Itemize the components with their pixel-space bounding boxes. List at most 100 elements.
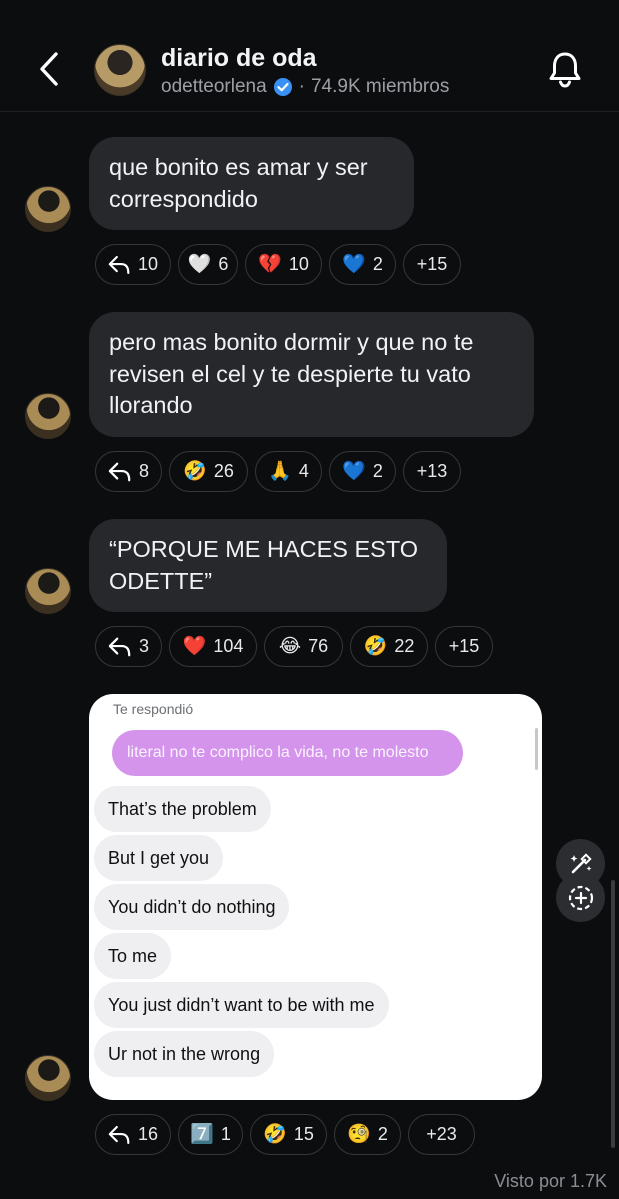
message-line: ODETTE” [109, 567, 213, 594]
reply-chip[interactable]: 16 [95, 1114, 171, 1155]
reaction-chip[interactable]: 😂 76 [264, 626, 343, 667]
add-sticker-button[interactable] [556, 873, 605, 922]
channel-header: diario de oda odetteorlena · 74.9K miemb… [0, 0, 619, 112]
reply-bubble: That’s the problem [94, 786, 271, 832]
reaction-count: +15 [448, 636, 480, 656]
message-bubble[interactable]: “PORQUE ME HACES ESTO ODETTE” [89, 519, 447, 612]
reply-icon [108, 637, 131, 656]
screenshot-scrollbar [535, 728, 538, 770]
rofl-icon: 🤣 [263, 1124, 287, 1145]
quoted-message: literal no te complico la vida, no te mo… [112, 730, 463, 776]
reply-icon [108, 462, 131, 481]
member-count: 74.9K miembros [310, 76, 450, 97]
message-line: “PORQUE ME HACES ESTO [109, 536, 419, 562]
keycap-seven-icon: 7️⃣ [190, 1124, 214, 1145]
reaction-chip[interactable]: 💔 10 [245, 244, 322, 285]
red-heart-icon: ❤️ [182, 636, 207, 657]
chevron-left-icon [40, 52, 58, 86]
reaction-count: 15 [293, 1124, 314, 1144]
message-line: que bonito es amar y ser [109, 154, 368, 180]
reaction-count: 4 [298, 461, 309, 481]
reaction-bar: 16 7️⃣ 1 🤣 15 🧐 2 +23 [95, 1114, 475, 1155]
message-bubble[interactable]: pero mas bonito dormir y que no te revis… [89, 312, 534, 437]
reply-bubble: But I get you [94, 835, 224, 881]
reaction-count: 2 [377, 1124, 388, 1144]
reply-bubble: You didn’t do nothing [94, 884, 290, 930]
message-line: pero mas bonito dormir y que no te [109, 329, 474, 355]
reaction-chip[interactable]: 🤍 6 [178, 244, 238, 285]
reply-bubble: Ur not in the wrong [94, 1031, 275, 1077]
reply-chip[interactable]: 10 [95, 244, 171, 285]
more-reactions-chip[interactable]: +15 [435, 626, 493, 667]
reaction-count: 76 [308, 636, 329, 656]
reaction-chip[interactable]: 🤣 26 [169, 451, 248, 492]
reaction-chip[interactable]: 🤣 15 [250, 1114, 327, 1155]
reaction-count: 2 [372, 461, 383, 481]
channel-title[interactable]: diario de oda [161, 44, 317, 73]
reaction-bar: 10 🤍 6 💔 10 💙 2 +15 [95, 244, 461, 285]
message-line: correspondido [109, 185, 258, 212]
reply-icon [108, 255, 130, 274]
white-heart-icon: 🤍 [187, 254, 212, 275]
reaction-count: 26 [213, 461, 234, 481]
reaction-bar: 3 ❤️ 104 😂 76 🤣 22 +15 [95, 626, 493, 667]
reaction-count: 10 [288, 254, 309, 274]
channel-username[interactable]: odetteorlena [161, 76, 267, 98]
sender-avatar[interactable] [25, 186, 71, 232]
page-scrollbar[interactable] [611, 880, 615, 1148]
blue-heart-icon: 💙 [342, 254, 366, 275]
reply-bubble: To me [94, 933, 172, 979]
channel-avatar[interactable] [94, 44, 146, 96]
reaction-count: +15 [416, 254, 448, 274]
reaction-count: +13 [416, 461, 448, 481]
reaction-chip[interactable]: 💙 2 [329, 244, 396, 285]
reaction-count: 6 [218, 254, 229, 274]
rofl-icon: 🤣 [363, 636, 388, 657]
reply-chip[interactable]: 8 [95, 451, 162, 492]
reply-bubble: You just didn’t want to be with me [94, 982, 389, 1028]
add-circle-dashed-icon [568, 885, 593, 910]
reaction-count: 3 [138, 636, 149, 656]
rofl-icon: 🤣 [183, 461, 207, 482]
broken-heart-icon: 💔 [258, 254, 282, 275]
channel-subtitle: odetteorlena · 74.9K miembros [161, 76, 449, 98]
reaction-count: 8 [138, 461, 149, 481]
seen-by-count: Visto por 1.7K [494, 1171, 607, 1191]
more-reactions-chip[interactable]: +23 [408, 1114, 475, 1155]
back-button[interactable] [30, 48, 70, 90]
verified-badge-icon [273, 78, 292, 96]
reply-icon [108, 1125, 130, 1144]
reaction-count: 16 [137, 1124, 158, 1144]
message-line: revisen el cel y te despierte tu vato [109, 360, 471, 387]
shared-screenshot[interactable]: Te respondió literal no te complico la v… [89, 694, 542, 1100]
reaction-count: 1 [220, 1124, 231, 1144]
bell-icon [549, 52, 581, 88]
reaction-chip[interactable]: 7️⃣ 1 [178, 1114, 243, 1155]
reaction-count: +23 [426, 1124, 457, 1144]
reaction-chip[interactable]: 🧐 2 [334, 1114, 401, 1155]
monocle-face-icon: 🧐 [347, 1124, 371, 1145]
more-reactions-chip[interactable]: +13 [403, 451, 461, 492]
reaction-count: 2 [372, 254, 383, 274]
joy-icon: 😂 [278, 636, 302, 657]
reaction-chip[interactable]: ❤️ 104 [169, 626, 257, 667]
sender-avatar[interactable] [25, 1055, 71, 1101]
reply-chip[interactable]: 3 [95, 626, 162, 667]
message-bubble[interactable]: que bonito es amar y ser correspondido [89, 137, 414, 230]
message-line: llorando [109, 392, 193, 418]
reaction-bar: 8 🤣 26 🙏 4 💙 2 +13 [95, 451, 461, 492]
sender-avatar[interactable] [25, 568, 71, 614]
reaction-chip[interactable]: 💙 2 [329, 451, 396, 492]
more-reactions-chip[interactable]: +15 [403, 244, 461, 285]
praying-hands-icon: 🙏 [268, 461, 292, 482]
blue-heart-icon: 💙 [342, 461, 366, 482]
reaction-chip[interactable]: 🙏 4 [255, 451, 322, 492]
replied-label: Te respondió [113, 701, 194, 717]
reaction-count: 10 [137, 254, 158, 274]
notifications-button[interactable] [545, 48, 585, 90]
separator-dot: · [298, 76, 305, 97]
reaction-count: 104 [213, 636, 244, 656]
sender-avatar[interactable] [25, 393, 71, 439]
reaction-count: 22 [394, 636, 415, 656]
reaction-chip[interactable]: 🤣 22 [350, 626, 428, 667]
